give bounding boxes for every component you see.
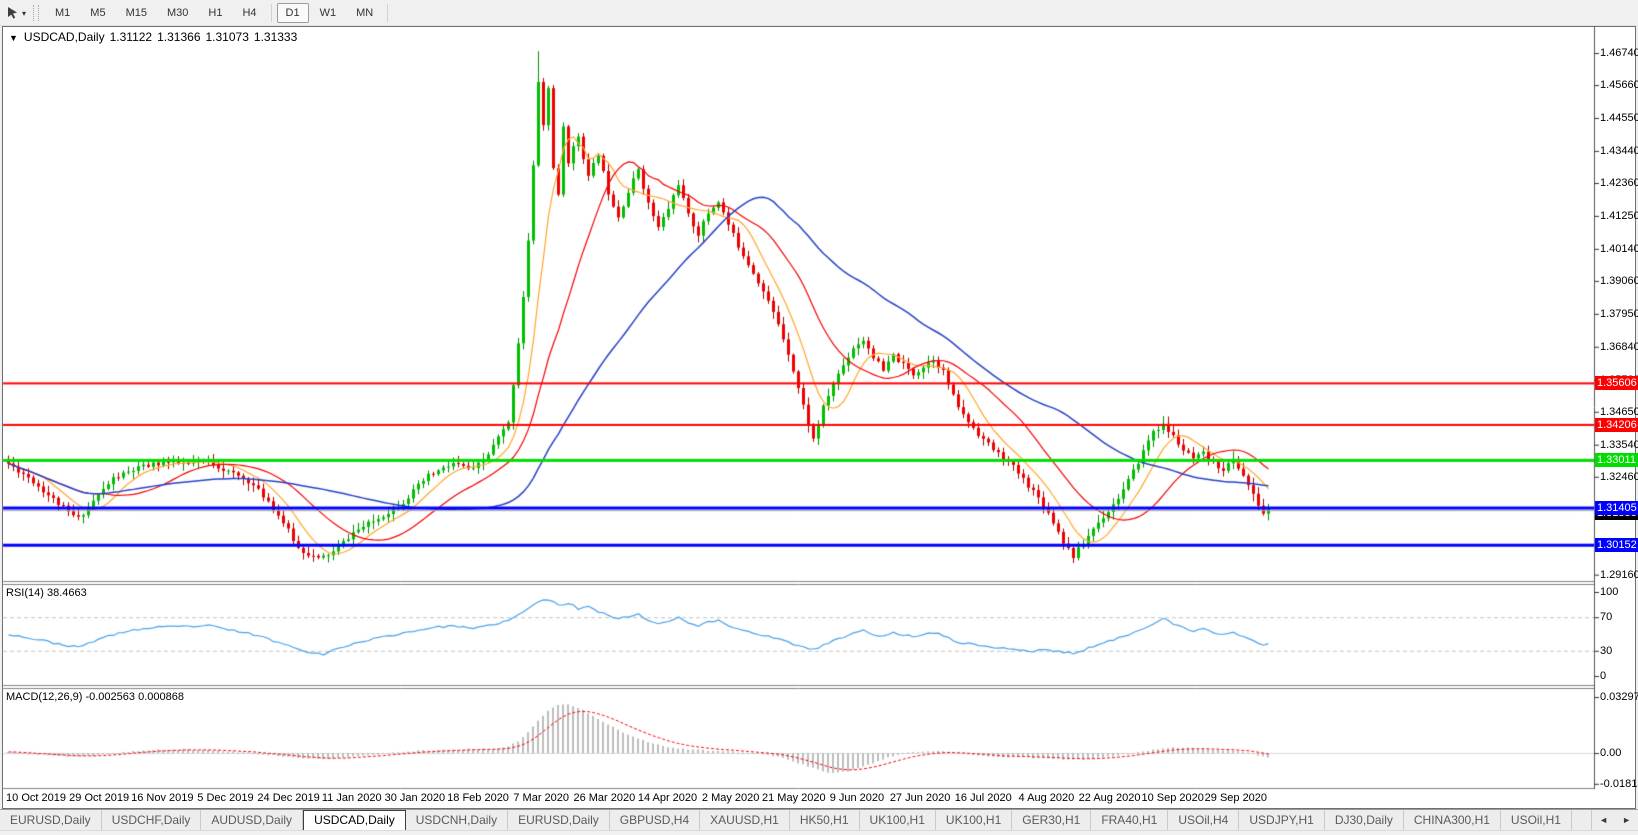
date-axis-label: 18 Feb 2020 [447,792,509,804]
date-axis-label: 7 Mar 2020 [513,792,569,804]
rsi-indicator-label: RSI(14) 38.4663 [6,587,87,599]
timeframe-button-m15[interactable]: M15 [117,3,156,23]
price-axis-tick: 1.46740 [1600,47,1638,59]
date-axis-label: 11 Jan 2020 [322,792,382,804]
price-axis-tick: 1.40140 [1600,243,1638,255]
chevron-down-icon[interactable]: ▾ [21,7,30,18]
date-axis-label: 10 Oct 2019 [6,792,66,804]
rsi-axis-tick: 30 [1600,645,1612,657]
date-axis-label: 16 Nov 2019 [131,792,193,804]
mt4-application: ▾ M1M5M15M30H1H4 D1W1MN ▼ USDCAD,Daily 1.31… [0,0,1638,835]
tab-scroll-arrows: ◄ ► [1591,810,1638,830]
date-axis-label: 29 Sep 2020 [1205,792,1267,804]
ohlc-high: 1.31366 [157,30,200,44]
date-axis-label: 27 Jun 2020 [890,792,951,804]
chart-menu-icon[interactable]: ▼ [9,33,18,43]
ohlc-close: 1.31333 [254,30,297,44]
macd-axis-tick: 0.032972 [1600,691,1638,703]
chart-tab-eurusd[interactable]: EURUSD,Daily [0,810,102,830]
timeframe-button-h4[interactable]: H4 [233,3,265,23]
chart-tab-usdchf[interactable]: USDCHF,Daily [102,810,202,830]
toolbar-separator [271,4,272,22]
date-axis-label: 2 May 2020 [702,792,759,804]
chart-tab-usoil[interactable]: USOil,H1 [1501,810,1572,830]
ohlc-low: 1.31073 [206,30,249,44]
chart-tab-usdcnh[interactable]: USDCNH,Daily [406,810,508,830]
status-bar [0,830,1638,835]
chart-tab-ger30[interactable]: GER30,H1 [1012,810,1091,830]
cursor-tool-icon[interactable] [0,3,21,22]
rsi-axis-tick: 0 [1600,670,1606,682]
chart-title: ▼ USDCAD,Daily 1.31122 1.31366 1.31073 1.3133… [9,30,297,44]
date-axis-label: 26 Mar 2020 [573,792,635,804]
price-axis-tick: 1.37950 [1600,308,1638,320]
timeframe-button-m1[interactable]: M1 [46,3,79,23]
price-axis-tick: 1.39060 [1600,275,1638,287]
date-axis-label: 5 Dec 2019 [197,792,253,804]
chart-tab-uk100[interactable]: UK100,H1 [860,810,936,830]
chart-tab-usoil[interactable]: USOil,H4 [1168,810,1239,830]
rsi-axis-tick: 70 [1600,611,1612,623]
chart-tab-usdjpy[interactable]: USDJPY,H1 [1239,810,1324,830]
tab-scroll-right-icon[interactable]: ► [1615,815,1638,825]
chart-canvas[interactable] [0,0,1638,835]
chart-tab-bar: EURUSD,DailyUSDCHF,DailyAUDUSD,DailyUSDC… [0,809,1638,830]
chart-tab-china300[interactable]: CHINA300,H1 [1404,810,1501,830]
chart-tab-xauusd[interactable]: XAUUSD,H1 [700,810,790,830]
chart-tab-hk50[interactable]: HK50,H1 [790,810,860,830]
timeframe-button-m5[interactable]: M5 [81,3,114,23]
timeframe-buttons: M1M5M15M30H1H4 D1W1MN [45,3,392,23]
date-axis-label: 16 Jul 2020 [955,792,1012,804]
toolbar-grip[interactable] [33,5,39,21]
level-price-badge: 1.34206 [1595,418,1638,432]
timeframe-button-w1[interactable]: W1 [311,3,346,23]
timeframe-button-d1[interactable]: D1 [277,3,309,23]
macd-axis-tick: 0.00 [1600,747,1621,759]
timeframe-button-mn[interactable]: MN [347,3,382,23]
level-price-badge: 1.30152 [1595,538,1638,552]
chart-tabs: EURUSD,DailyUSDCHF,DailyAUDUSD,DailyUSDC… [0,810,1572,830]
price-axis-tick: 1.45660 [1600,79,1638,91]
date-axis-label: 21 May 2020 [762,792,826,804]
date-axis-label: 14 Apr 2020 [638,792,697,804]
macd-indicator-label: MACD(12,26,9) -0.002563 0.000868 [6,691,184,703]
chart-tab-usdcad[interactable]: USDCAD,Daily [303,810,406,830]
price-axis-tick: 1.44550 [1600,112,1638,124]
level-price-badge: 1.33011 [1595,453,1638,467]
level-price-badge: 1.31405 [1595,501,1638,515]
tab-scroll-left-icon[interactable]: ◄ [1592,815,1615,825]
chart-tab-gbpusd[interactable]: GBPUSD,H4 [610,810,700,830]
price-axis-tick: 1.33540 [1600,439,1638,451]
chart-tab-uk100[interactable]: UK100,H1 [936,810,1012,830]
chart-tab-audusd[interactable]: AUDUSD,Daily [201,810,303,830]
toolbar-separator [387,4,388,22]
price-axis-tick: 1.42360 [1600,177,1638,189]
price-axis-tick: 1.41250 [1600,210,1638,222]
timeframe-toolbar: ▾ M1M5M15M30H1H4 D1W1MN [0,0,1638,26]
timeframe-button-m30[interactable]: M30 [158,3,197,23]
price-axis-tick: 1.36840 [1600,341,1638,353]
chart-tab-dj30[interactable]: DJ30,Daily [1325,810,1404,830]
date-axis-label: 4 Aug 2020 [1019,792,1075,804]
price-axis-tick: 1.32460 [1600,471,1638,483]
date-axis-label: 29 Oct 2019 [69,792,129,804]
date-axis-label: 24 Dec 2019 [257,792,319,804]
rsi-axis-tick: 100 [1600,586,1618,598]
price-axis-tick: 1.34650 [1600,406,1638,418]
date-axis-label: 9 Jun 2020 [830,792,884,804]
price-axis-tick: 1.29160 [1600,569,1638,581]
date-axis-label: 10 Sep 2020 [1141,792,1203,804]
ohlc-open: 1.31122 [110,30,153,44]
chart-tab-fra40[interactable]: FRA40,H1 [1091,810,1168,830]
timeframe-button-h1[interactable]: H1 [199,3,231,23]
chart-symbol-label: USDCAD,Daily [24,30,105,44]
date-axis-label: 22 Aug 2020 [1079,792,1141,804]
macd-axis-tick: -0.018154 [1600,778,1638,790]
price-axis-tick: 1.43440 [1600,145,1638,157]
date-axis-label: 30 Jan 2020 [385,792,446,804]
chart-tab-eurusd[interactable]: EURUSD,Daily [508,810,610,830]
level-price-badge: 1.35606 [1595,376,1638,390]
